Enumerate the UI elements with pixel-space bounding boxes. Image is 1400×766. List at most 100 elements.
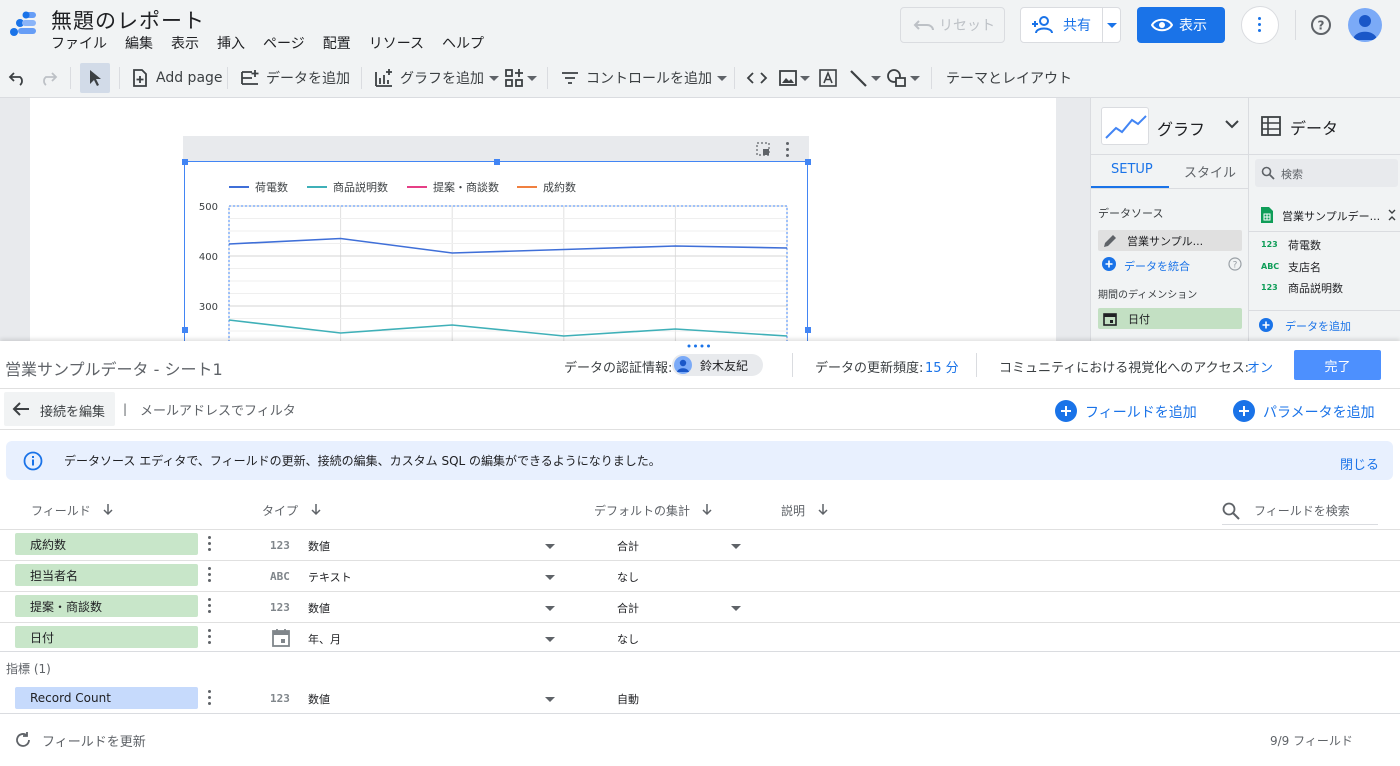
chevron-down-icon[interactable] <box>545 637 555 642</box>
add-circle-icon[interactable] <box>1101 256 1117 272</box>
chevron-down-icon[interactable] <box>545 697 555 702</box>
field-search-input[interactable]: フィールドを検索 <box>1222 499 1378 525</box>
legend-item[interactable]: 成約数 <box>517 180 576 194</box>
field-aggregation[interactable]: 合計 <box>617 538 639 554</box>
credentials-chip[interactable]: 鈴木友紀 <box>672 354 763 376</box>
menu-arrange[interactable]: 配置 <box>323 33 351 53</box>
share-dropdown-caret[interactable] <box>1102 8 1120 42</box>
column-header-aggregation[interactable]: デフォルトの集計 <box>594 502 690 519</box>
add-data-button[interactable]: データを追加 <box>240 58 350 98</box>
banner-close-link[interactable]: 閉じる <box>1340 454 1379 473</box>
arrow-down-sort-icon[interactable] <box>817 503 829 516</box>
field-search-input[interactable]: 検索 <box>1255 159 1398 187</box>
report-title[interactable]: 無題のレポート <box>51 5 205 35</box>
chevron-down-icon[interactable] <box>731 606 741 611</box>
field-more-icon[interactable] <box>208 567 212 583</box>
data-source-name[interactable]: 営業サンプルデー... <box>1282 208 1380 224</box>
drag-handle-icon[interactable] <box>686 343 712 349</box>
help-icon[interactable]: ? <box>1228 257 1242 271</box>
data-field-item[interactable]: 商品説明数 <box>1288 280 1343 296</box>
field-more-icon[interactable] <box>208 690 212 706</box>
field-type-select[interactable]: 数値 <box>308 691 330 707</box>
field-more-icon[interactable] <box>208 629 212 645</box>
field-aggregation[interactable]: なし <box>617 631 639 647</box>
community-value-link[interactable]: オン <box>1247 357 1273 376</box>
chevron-down-icon[interactable] <box>1225 119 1239 129</box>
refresh-fields-button[interactable]: フィールドを更新 <box>42 731 146 750</box>
field-type-select[interactable]: 年、月 <box>308 631 341 647</box>
chevron-down-icon[interactable] <box>731 544 741 549</box>
theme-layout-button[interactable]: テーマとレイアウト <box>946 58 1072 98</box>
column-header-type[interactable]: タイプ <box>262 502 298 519</box>
series-line-0[interactable] <box>228 237 788 254</box>
refresh-icon[interactable] <box>14 731 32 749</box>
menu-resource[interactable]: リソース <box>369 33 424 53</box>
edit-connection-button[interactable]: 接続を編集 <box>4 392 115 426</box>
legend-item[interactable]: 荷電数 <box>229 181 288 194</box>
user-avatar[interactable] <box>1348 8 1382 42</box>
filter-by-email-link[interactable]: メールアドレスでフィルタ <box>140 400 296 419</box>
embed-code-button[interactable] <box>746 58 768 98</box>
data-field-item[interactable]: 支店名 <box>1288 259 1321 275</box>
arrow-down-sort-icon[interactable] <box>102 503 114 516</box>
chart-type-thumbnail[interactable] <box>1101 107 1149 145</box>
menu-file[interactable]: ファイル <box>51 33 107 53</box>
add-image-button[interactable] <box>778 58 810 98</box>
chart-type-label[interactable]: グラフ <box>1157 116 1205 140</box>
field-type-select[interactable]: テキスト <box>308 569 352 585</box>
column-header-field[interactable]: フィールド <box>31 502 91 519</box>
reset-button[interactable]: リセット <box>900 7 1005 43</box>
date-dimension-chip[interactable]: 日付 <box>1098 308 1242 329</box>
field-more-icon[interactable] <box>208 598 212 614</box>
tab-style[interactable]: スタイル <box>1184 162 1236 181</box>
menu-help[interactable]: ヘルプ <box>442 33 484 53</box>
chevron-down-icon[interactable] <box>545 606 555 611</box>
field-aggregation[interactable]: 自動 <box>617 691 639 707</box>
chart-more-icon[interactable] <box>786 142 790 158</box>
resize-handle[interactable] <box>805 327 811 333</box>
undo-button[interactable] <box>8 58 28 98</box>
field-aggregation[interactable]: なし <box>617 569 639 585</box>
time-series-chart[interactable]: 荷電数 商品説明数 提案・商談数 成約数 500 400 300 <box>184 161 808 343</box>
menu-edit[interactable]: 編集 <box>125 33 153 53</box>
dimension-field-pill[interactable]: 成約数 <box>15 533 198 555</box>
redo-button[interactable] <box>38 58 58 98</box>
plot-area[interactable] <box>228 205 788 342</box>
add-shape-button[interactable] <box>886 58 920 98</box>
datasource-chip[interactable]: 営業サンプル... <box>1098 230 1242 251</box>
select-tool-button[interactable] <box>80 63 110 93</box>
resize-handle[interactable] <box>182 159 188 165</box>
column-header-description[interactable]: 説明 <box>781 502 805 519</box>
add-circle-icon[interactable] <box>1258 317 1274 333</box>
add-component-button[interactable] <box>504 58 537 98</box>
blend-data-link[interactable]: データを統合 <box>1124 258 1190 274</box>
field-more-icon[interactable] <box>208 536 212 552</box>
menu-page[interactable]: ページ <box>263 33 305 53</box>
done-button[interactable]: 完了 <box>1294 350 1381 380</box>
add-control-button[interactable]: コントロールを追加 <box>560 58 727 98</box>
menu-view[interactable]: 表示 <box>171 33 199 53</box>
tab-setup[interactable]: SETUP <box>1111 162 1153 177</box>
add-parameter-button[interactable]: パラメータを追加 <box>1232 399 1382 423</box>
data-studio-logo-icon[interactable] <box>8 10 38 40</box>
resize-handle[interactable] <box>182 327 188 333</box>
resize-handle[interactable] <box>805 159 811 165</box>
pencil-icon[interactable] <box>1102 233 1118 249</box>
editor-title[interactable]: 営業サンプルデータ - シート1 <box>5 356 223 380</box>
help-icon[interactable]: ? <box>1310 14 1332 36</box>
add-chart-button[interactable]: グラフを追加 <box>374 58 499 98</box>
arrow-down-sort-icon[interactable] <box>310 503 322 516</box>
legend-item[interactable]: 提案・商談数 <box>407 180 499 194</box>
metric-field-pill[interactable]: Record Count <box>15 687 198 709</box>
add-page-button[interactable]: Add page <box>130 58 223 98</box>
resize-handle[interactable] <box>494 159 500 165</box>
field-type-select[interactable]: 数値 <box>308 600 330 616</box>
refresh-value-link[interactable]: 15 分 <box>925 357 959 376</box>
chevron-down-icon[interactable] <box>545 575 555 580</box>
field-aggregation[interactable]: 合計 <box>617 600 639 616</box>
add-field-button[interactable]: フィールドを追加 <box>1054 399 1199 423</box>
add-data-link[interactable]: データを追加 <box>1285 318 1351 334</box>
chevron-down-icon[interactable] <box>545 544 555 549</box>
more-options-button[interactable] <box>1241 6 1279 44</box>
add-text-button[interactable] <box>818 58 838 98</box>
